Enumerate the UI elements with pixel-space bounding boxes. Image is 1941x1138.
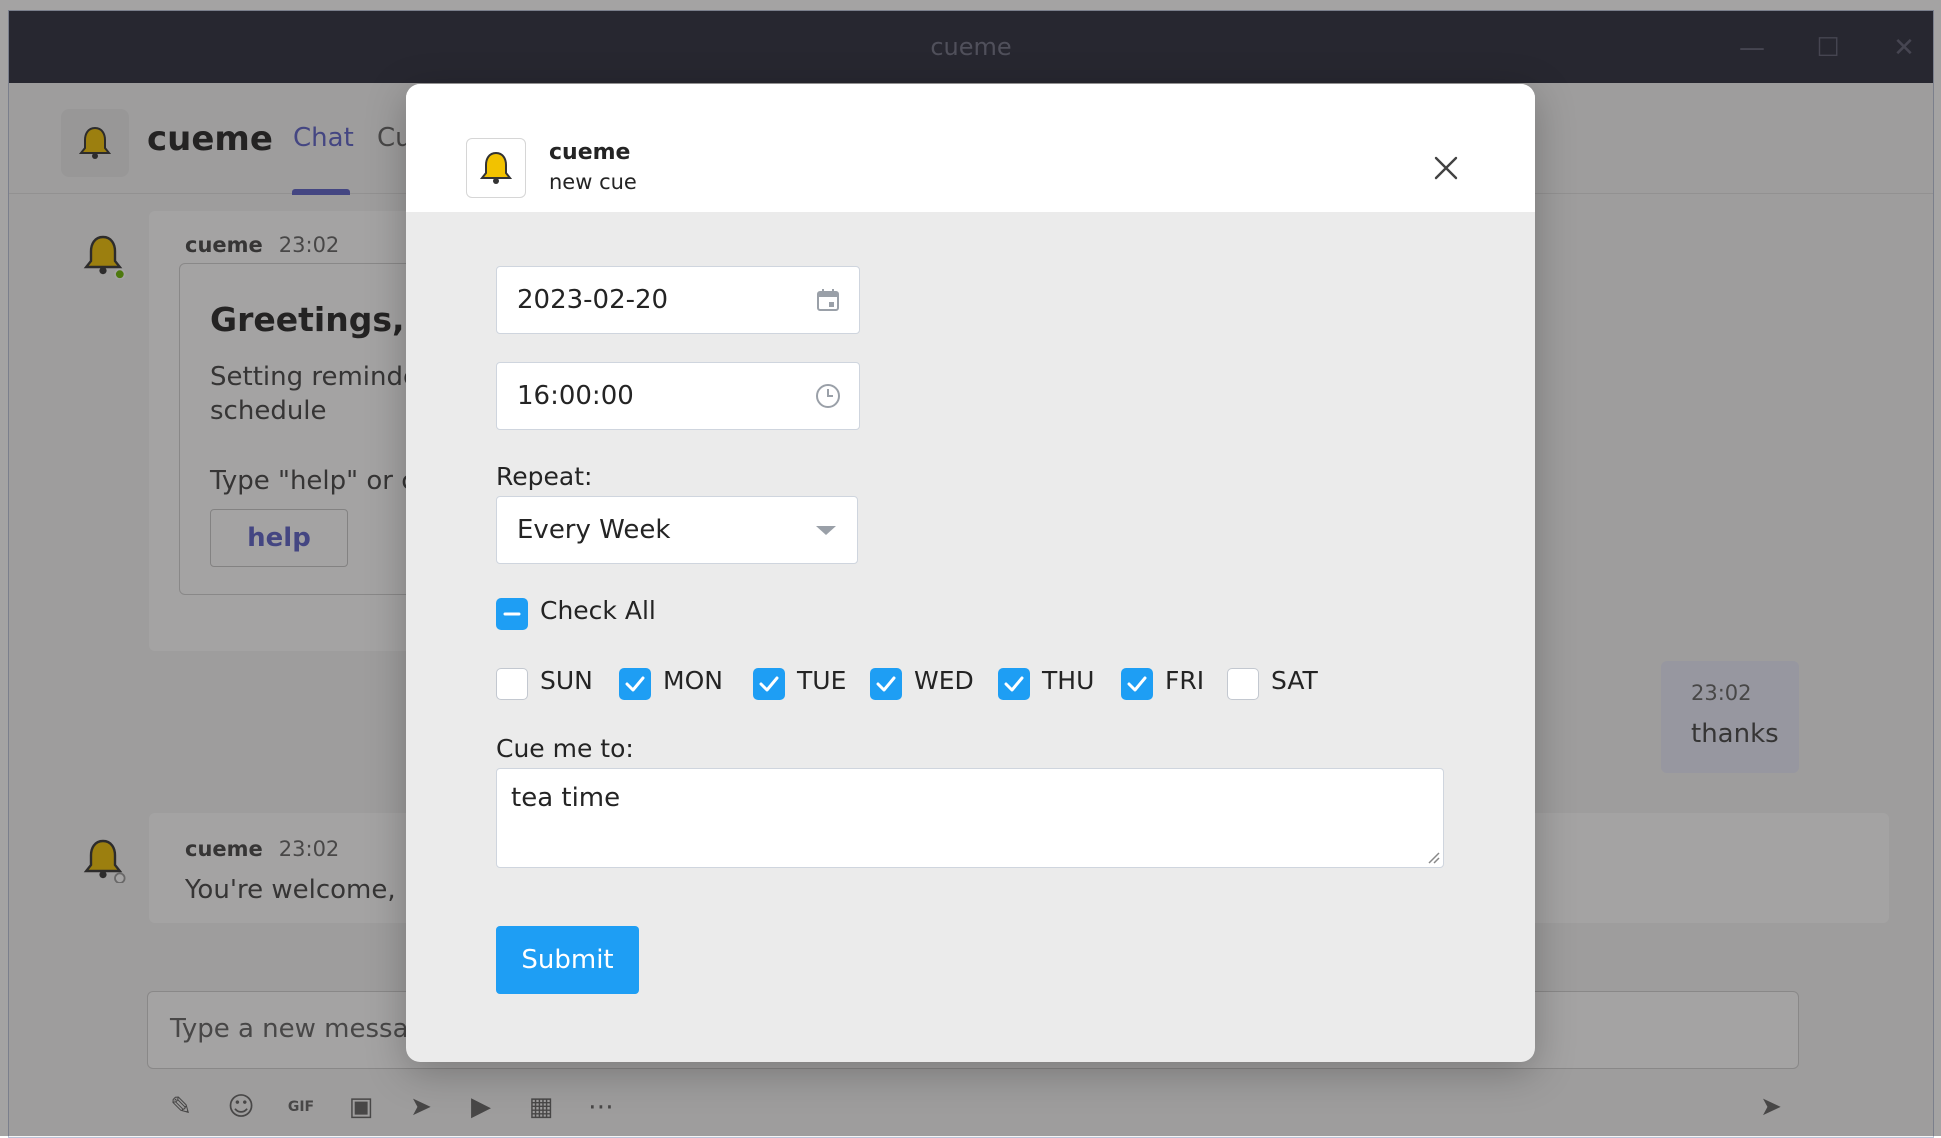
day-checkbox-thu[interactable] xyxy=(998,668,1030,700)
date-value: 2023-02-20 xyxy=(517,285,669,315)
chevron-down-icon xyxy=(816,526,836,535)
repeat-value: Every Week xyxy=(517,515,671,545)
resize-handle-icon[interactable] xyxy=(1424,848,1440,864)
day-label-thu: THU xyxy=(1042,666,1095,695)
cue-value: tea time xyxy=(511,783,621,813)
checkmark-icon xyxy=(759,676,779,692)
checkmark-icon xyxy=(1127,676,1147,692)
repeat-select[interactable]: Every Week xyxy=(496,496,858,564)
day-label-sat: SAT xyxy=(1271,666,1318,695)
new-cue-dialog: cueme new cue 2023-02-20 16:00:00 Repeat… xyxy=(406,84,1535,1062)
date-picker[interactable]: 2023-02-20 xyxy=(496,266,860,334)
indeterminate-icon xyxy=(503,612,521,616)
close-icon[interactable] xyxy=(1428,150,1464,186)
day-label-mon: MON xyxy=(663,666,723,695)
submit-button[interactable]: Submit xyxy=(496,926,639,994)
day-checkbox-sun[interactable] xyxy=(496,668,528,700)
day-checkbox-fri[interactable] xyxy=(1121,668,1153,700)
day-checkbox-wed[interactable] xyxy=(870,668,902,700)
checkmark-icon xyxy=(625,676,645,692)
dialog-subtitle: new cue xyxy=(549,170,637,194)
day-label-wed: WED xyxy=(914,666,974,695)
dialog-app-name: cueme xyxy=(549,140,631,165)
bell-icon xyxy=(479,151,513,184)
checkmark-icon xyxy=(876,676,896,692)
cue-textarea[interactable]: tea time xyxy=(496,768,1444,868)
day-label-sun: SUN xyxy=(540,666,593,695)
check-all-label: Check All xyxy=(540,596,656,625)
clock-icon[interactable] xyxy=(813,381,843,411)
dialog-header: cueme new cue xyxy=(406,84,1535,212)
cue-label: Cue me to: xyxy=(496,734,634,763)
day-checkbox-sat[interactable] xyxy=(1227,668,1259,700)
time-picker[interactable]: 16:00:00 xyxy=(496,362,860,430)
day-checkbox-tue[interactable] xyxy=(753,668,785,700)
dialog-app-icon xyxy=(466,138,526,198)
checkmark-icon xyxy=(1004,676,1024,692)
day-label-fri: FRI xyxy=(1165,666,1205,695)
calendar-icon[interactable] xyxy=(813,285,843,315)
day-label-tue: TUE xyxy=(797,666,847,695)
day-checkbox-mon[interactable] xyxy=(619,668,651,700)
repeat-label: Repeat: xyxy=(496,462,593,491)
time-value: 16:00:00 xyxy=(517,381,634,411)
check-all-checkbox[interactable] xyxy=(496,598,528,630)
